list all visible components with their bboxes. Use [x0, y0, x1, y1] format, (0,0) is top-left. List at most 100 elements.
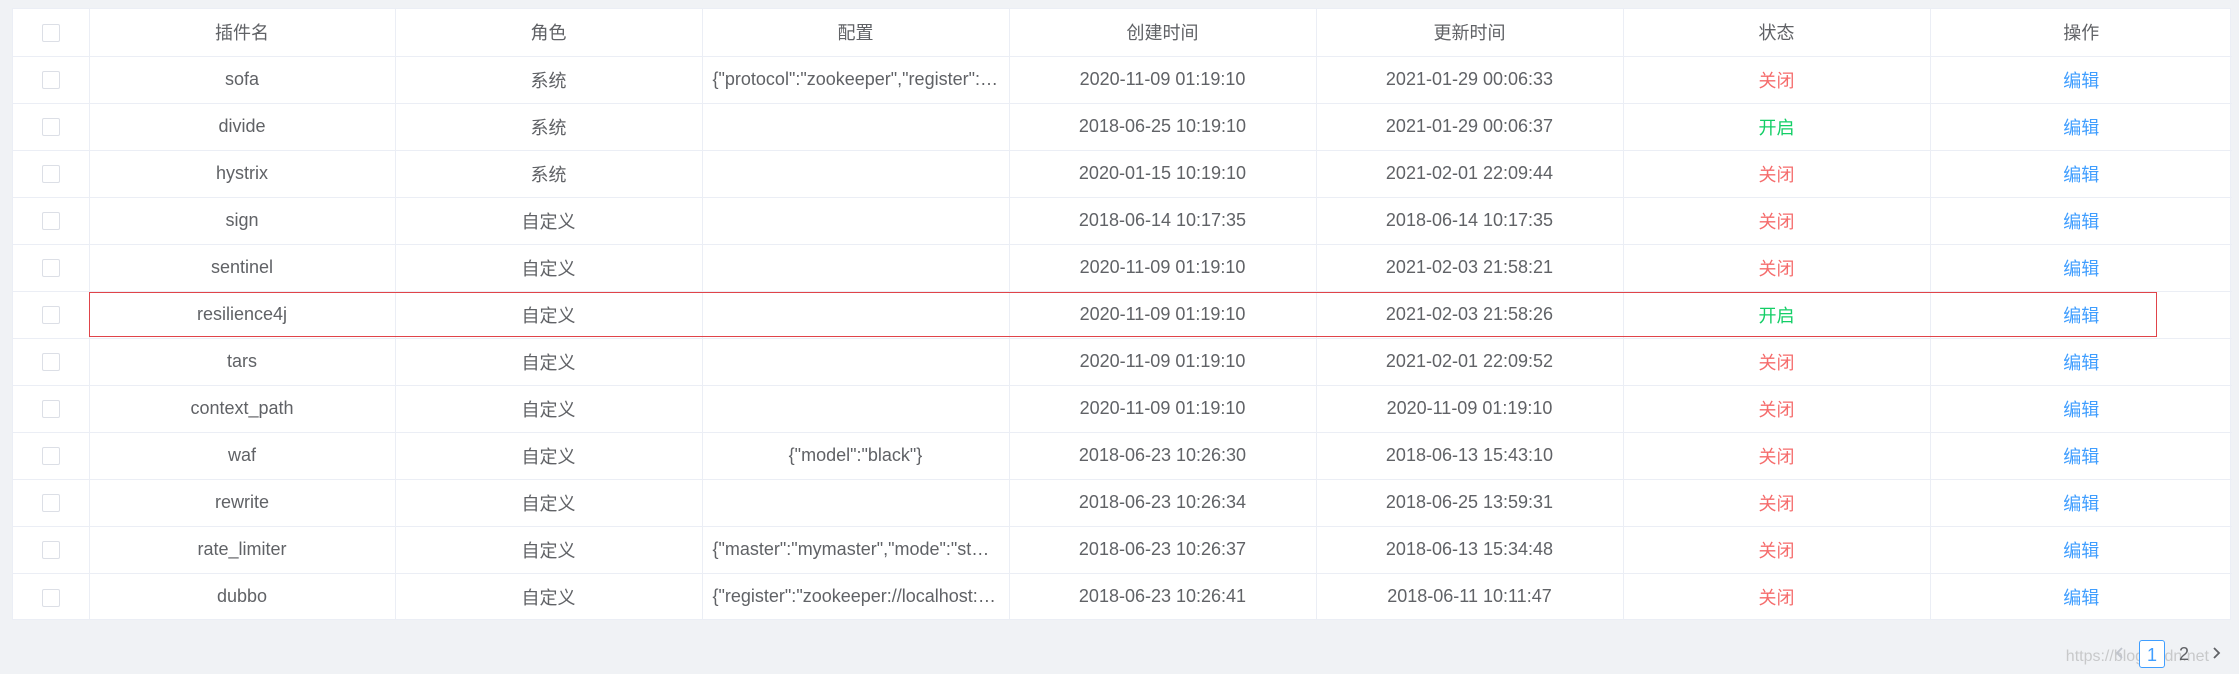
select-all-checkbox[interactable] — [41, 24, 60, 42]
status-text: 开启 — [1758, 305, 1795, 326]
checkbox — [13, 56, 90, 104]
cell-config — [702, 479, 1010, 527]
pagination: 1 2 — [2107, 640, 2229, 668]
cell-status: 关闭 — [1623, 244, 1931, 292]
edit-link[interactable]: 编辑 — [2063, 165, 2099, 185]
row-checkbox[interactable] — [41, 71, 60, 90]
checkbox — [13, 103, 90, 151]
cell-plugin-name: tars — [89, 338, 396, 386]
cell-role: 自定义 — [395, 526, 703, 574]
row-checkbox[interactable] — [41, 118, 60, 137]
cell-role: 自定义 — [395, 244, 703, 292]
cell-plugin-name: waf — [89, 432, 396, 480]
row-checkbox[interactable] — [41, 259, 60, 278]
cell-action: 编辑 — [1930, 197, 2232, 245]
cell-plugin-name: rewrite — [89, 479, 396, 527]
cell-plugin-name: hystrix — [89, 150, 396, 198]
cell-config: {"register":"zookeeper://localhost:2... — [702, 573, 1010, 620]
cell-plugin-name: sentinel — [89, 244, 396, 292]
status-text: 关闭 — [1758, 211, 1795, 232]
row-checkbox[interactable] — [41, 494, 60, 513]
checkbox — [13, 526, 90, 574]
cell-role: 自定义 — [395, 479, 703, 527]
cell-created-time: 2018-06-23 10:26:37 — [1009, 526, 1317, 574]
edit-link[interactable]: 编辑 — [2063, 353, 2099, 373]
cell-role: 自定义 — [395, 338, 703, 386]
table-row: rewrite 自定义 2018-06-23 10:26:34 2018-06-25 … — [13, 479, 2232, 527]
status-text: 开启 — [1758, 117, 1795, 138]
cell-plugin-name: resilience4j — [89, 291, 396, 339]
edit-link[interactable]: 编辑 — [2063, 588, 2099, 608]
cell-status: 开启 — [1623, 103, 1931, 151]
cell-action: 编辑 — [1930, 150, 2232, 198]
cell-config — [702, 291, 1010, 339]
status-text: 关闭 — [1758, 258, 1795, 279]
edit-link[interactable]: 编辑 — [2063, 212, 2099, 232]
edit-link[interactable]: 编辑 — [2063, 306, 2099, 326]
table-row: sentinel 自定义 2020-11-09 01:19:10 2021-02-03… — [13, 244, 2232, 292]
cell-created-time: 2020-11-09 01:19:10 — [1009, 291, 1317, 339]
row-checkbox[interactable] — [41, 588, 60, 607]
checkbox — [13, 197, 90, 245]
edit-link[interactable]: 编辑 — [2063, 494, 2099, 514]
chevron-right-icon[interactable] — [2203, 640, 2229, 668]
cell-plugin-name: dubbo — [89, 573, 396, 620]
cell-config: {"protocol":"zookeeper","register":"... — [702, 56, 1010, 104]
checkbox — [13, 338, 90, 386]
row-checkbox[interactable] — [41, 447, 60, 466]
edit-link[interactable]: 编辑 — [2063, 400, 2099, 420]
row-checkbox[interactable] — [41, 212, 60, 231]
status-text: 关闭 — [1758, 587, 1795, 608]
table-row: hystrix 系统 2020-01-15 10:19:10 2021-02-01 2… — [13, 150, 2232, 198]
page-button-1[interactable]: 1 — [2139, 640, 2165, 668]
cell-status: 关闭 — [1623, 573, 1931, 620]
table-row: tars 自定义 2020-11-09 01:19:10 2021-02-01 22:… — [13, 338, 2232, 386]
cell-action: 编辑 — [1930, 432, 2232, 480]
cell-status: 开启 — [1623, 291, 1931, 339]
cell-action: 编辑 — [1930, 56, 2232, 104]
row-checkbox[interactable] — [41, 306, 60, 325]
cell-status: 关闭 — [1623, 150, 1931, 198]
header-created-time: 创建时间 — [1009, 9, 1317, 57]
checkbox — [13, 432, 90, 480]
header-config: 配置 — [702, 9, 1010, 57]
cell-plugin-name: divide — [89, 103, 396, 151]
row-checkbox[interactable] — [41, 353, 60, 372]
cell-plugin-name: rate_limiter — [89, 526, 396, 574]
cell-config — [702, 385, 1010, 433]
header-updated-time: 更新时间 — [1316, 9, 1624, 57]
table-row: sign 自定义 2018-06-14 10:17:35 2018-06-14 10:… — [13, 197, 2232, 245]
page-button-2[interactable]: 2 — [2171, 640, 2197, 668]
cell-updated-time: 2021-02-01 22:09:44 — [1316, 150, 1624, 198]
cell-created-time: 2018-06-23 10:26:41 — [1009, 573, 1317, 620]
cell-role: 自定义 — [395, 291, 703, 339]
edit-link[interactable]: 编辑 — [2063, 118, 2099, 138]
checkbox — [13, 291, 90, 339]
cell-updated-time: 2018-06-25 13:59:31 — [1316, 479, 1624, 527]
cell-updated-time: 2021-02-03 21:58:21 — [1316, 244, 1624, 292]
edit-link[interactable]: 编辑 — [2063, 259, 2099, 279]
status-text: 关闭 — [1758, 164, 1795, 185]
row-checkbox[interactable] — [41, 165, 60, 184]
cell-action: 编辑 — [1930, 573, 2232, 620]
checkbox — [13, 479, 90, 527]
row-checkbox[interactable] — [41, 541, 60, 560]
cell-status: 关闭 — [1623, 385, 1931, 433]
cell-updated-time: 2018-06-13 15:43:10 — [1316, 432, 1624, 480]
table-row: resilience4j 自定义 2020-11-09 01:19:10 2021-0… — [13, 291, 2232, 339]
status-text: 关闭 — [1758, 493, 1795, 514]
table-row: context_path 自定义 2020-11-09 01:19:10 2020-1… — [13, 385, 2232, 433]
checkbox — [13, 385, 90, 433]
status-text: 关闭 — [1758, 399, 1795, 420]
edit-link[interactable]: 编辑 — [2063, 71, 2099, 91]
edit-link[interactable]: 编辑 — [2063, 541, 2099, 561]
cell-created-time: 2020-11-09 01:19:10 — [1009, 244, 1317, 292]
cell-created-time: 2020-11-09 01:19:10 — [1009, 385, 1317, 433]
chevron-left-icon[interactable] — [2107, 640, 2133, 668]
cell-config — [702, 197, 1010, 245]
row-checkbox[interactable] — [41, 400, 60, 419]
cell-updated-time: 2018-06-13 15:34:48 — [1316, 526, 1624, 574]
cell-role: 系统 — [395, 56, 703, 104]
edit-link[interactable]: 编辑 — [2063, 447, 2099, 467]
cell-action: 编辑 — [1930, 244, 2232, 292]
